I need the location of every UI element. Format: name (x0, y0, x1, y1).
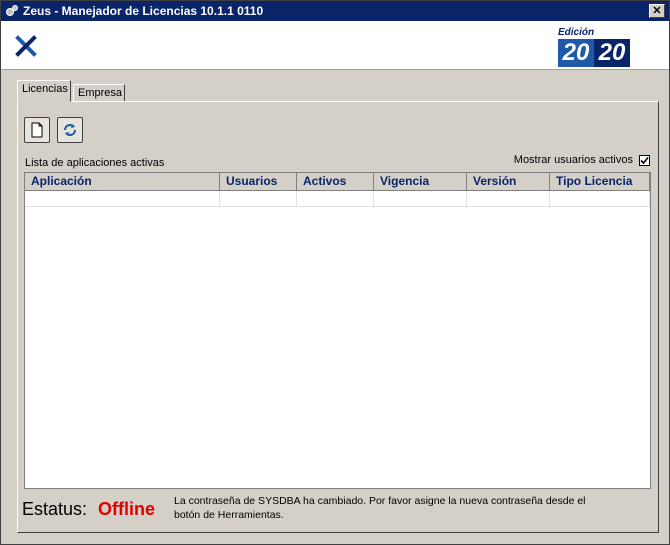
table-cell[interactable] (467, 191, 550, 207)
edition-badge: Edición 20 20 (558, 27, 630, 67)
show-active-label: Mostrar usuarios activos (513, 154, 633, 166)
status-message: La contraseña de SYSDBA ha cambiado. Por… (174, 495, 586, 521)
edition-label: Edición (558, 27, 595, 38)
show-active-checkbox[interactable] (639, 154, 650, 166)
edition-year-part-a: 20 (558, 39, 594, 67)
checkmark-icon (640, 156, 649, 164)
header-banner: Edición 20 20 (1, 21, 669, 70)
app-gear-icon (5, 4, 19, 18)
column-header-aplicacion[interactable]: Aplicación (25, 173, 220, 191)
column-header-activos[interactable]: Activos (297, 173, 374, 191)
status-label: Estatus: (22, 499, 88, 519)
window-title: Zeus - Manejador de Licencias 10.1.1 011… (23, 4, 264, 18)
applications-grid[interactable]: Aplicación Usuarios Activos Vigencia Ver… (24, 172, 651, 489)
table-cell[interactable] (374, 191, 467, 207)
column-header-version[interactable]: Versión (467, 173, 550, 191)
column-header-vigencia[interactable]: Vigencia (374, 173, 467, 191)
edition-year: 20 20 (558, 39, 630, 67)
edition-year-part-b: 20 (594, 39, 630, 67)
status-bar: Estatus: Offline La contraseña de SYSDBA… (22, 495, 652, 527)
list-label: Lista de aplicaciones activas (25, 157, 165, 169)
new-document-icon (31, 122, 43, 138)
grid-header: Aplicación Usuarios Activos Vigencia Ver… (25, 173, 650, 191)
new-button[interactable] (24, 117, 50, 143)
table-row[interactable] (25, 191, 650, 207)
app-window: Zeus - Manejador de Licencias 10.1.1 011… (0, 0, 670, 545)
table-cell[interactable] (220, 191, 297, 207)
column-header-tipo-licencia[interactable]: Tipo Licencia (550, 173, 650, 191)
title-bar[interactable]: Zeus - Manejador de Licencias 10.1.1 011… (1, 1, 669, 21)
table-cell[interactable] (550, 191, 650, 207)
status-value: Offline (98, 499, 155, 519)
licencias-panel: Lista de aplicaciones activas Mostrar us… (17, 101, 659, 533)
table-cell[interactable] (25, 191, 220, 207)
refresh-icon (64, 124, 76, 136)
close-button[interactable]: ✕ (649, 4, 665, 18)
tab-licencias[interactable]: Licencias (17, 80, 71, 102)
column-header-usuarios[interactable]: Usuarios (220, 173, 297, 191)
table-cell[interactable] (297, 191, 374, 207)
tab-empresa[interactable]: Empresa (73, 84, 125, 102)
tools-icon[interactable] (15, 33, 39, 57)
refresh-button[interactable] (57, 117, 83, 143)
show-active-toggle[interactable]: Mostrar usuarios activos (514, 154, 650, 166)
